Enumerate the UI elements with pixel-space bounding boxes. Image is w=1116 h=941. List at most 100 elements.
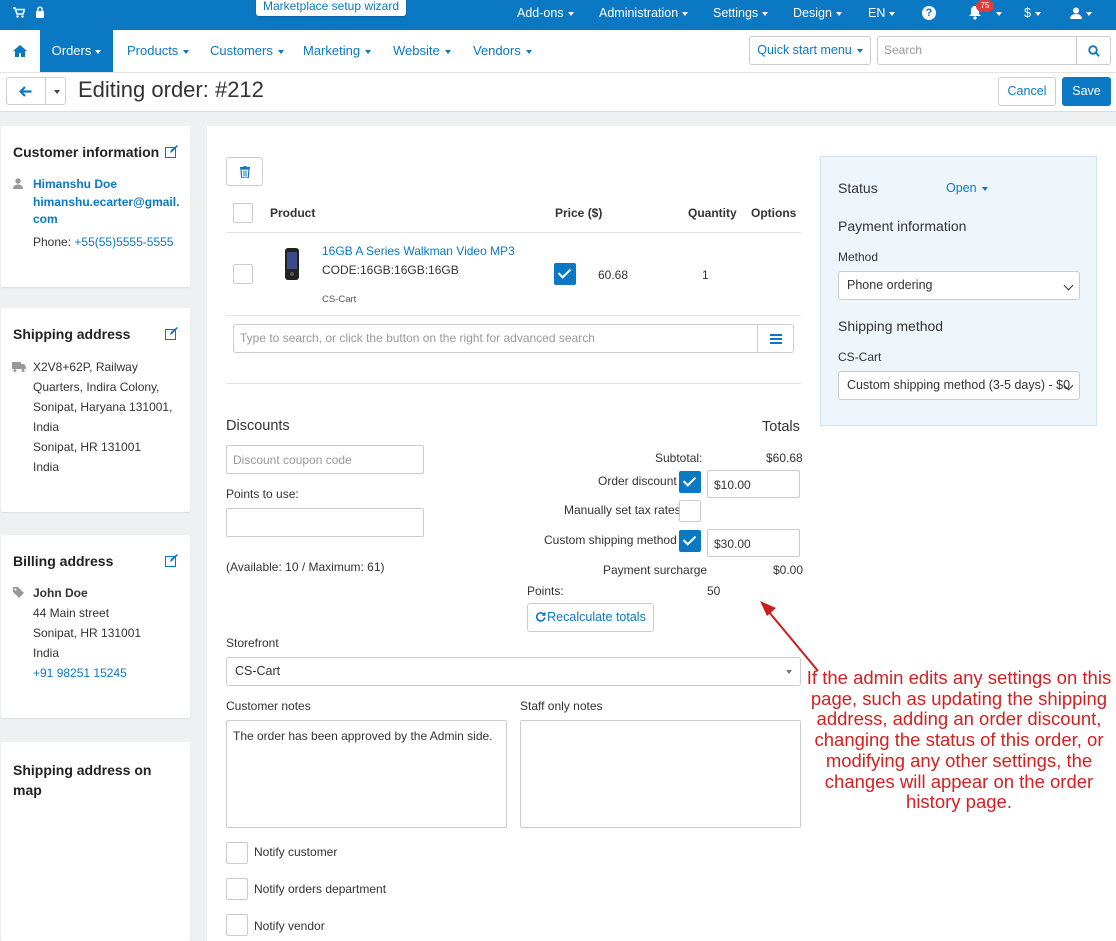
- menu-language[interactable]: EN: [868, 0, 896, 30]
- save-button[interactable]: Save: [1062, 77, 1111, 106]
- chevron-down-icon: [365, 49, 372, 54]
- nav-products-label: Products: [127, 43, 179, 58]
- list-icon: [770, 334, 782, 344]
- product-row-checkbox[interactable]: [233, 264, 253, 284]
- main-navigation: Orders Products Customers Marketing Webs…: [0, 30, 1116, 73]
- currency-menu[interactable]: $: [1024, 0, 1041, 30]
- totals-title: Totals: [762, 419, 800, 435]
- points-to-use-input[interactable]: [226, 508, 424, 537]
- custom-shipping-checkbox[interactable]: [679, 530, 701, 552]
- chevron-down-icon: [762, 11, 769, 16]
- cancel-button[interactable]: Cancel: [998, 77, 1056, 106]
- status-dropdown[interactable]: Open: [946, 181, 988, 195]
- discount-coupon-input[interactable]: Discount coupon code: [226, 445, 424, 474]
- address-line: Quarters, Indira Colony,: [33, 380, 160, 394]
- recalculate-label: Recalculate totals: [547, 610, 646, 624]
- price-override-checkbox[interactable]: [554, 263, 576, 285]
- payment-surcharge-value: $0.00: [773, 563, 804, 577]
- user-icon[interactable]: [1070, 7, 1082, 19]
- menu-design[interactable]: Design: [793, 0, 842, 30]
- recalculate-totals-button[interactable]: Recalculate totals: [527, 603, 654, 632]
- manual-tax-checkbox[interactable]: [679, 500, 701, 522]
- card-title-line: Shipping address on: [13, 762, 152, 778]
- edit-icon[interactable]: [165, 554, 178, 567]
- edit-icon[interactable]: [165, 145, 178, 158]
- help-icon[interactable]: ?: [922, 6, 936, 20]
- chevron-down-icon[interactable]: [54, 90, 60, 94]
- card-title: Shipping address on map: [13, 760, 151, 800]
- chevron-down-icon: [277, 49, 284, 54]
- notify-customer-checkbox[interactable]: [226, 842, 248, 864]
- payment-method-select[interactable]: Phone ordering: [838, 271, 1080, 300]
- payment-method-value: Phone ordering: [847, 278, 933, 292]
- home-button[interactable]: [0, 30, 40, 72]
- address-line: X2V8+62P, Railway: [33, 360, 138, 374]
- customer-name-link[interactable]: Himanshu Doe: [33, 174, 117, 194]
- nav-marketing[interactable]: Marketing: [303, 30, 372, 72]
- phone-link[interactable]: +55(55)5555-5555: [74, 235, 173, 249]
- product-thumbnail: [285, 248, 299, 280]
- order-discount-label: Order discount: [598, 474, 677, 488]
- nav-customers-label: Customers: [210, 43, 273, 58]
- product-code: CODE:16GB:16GB:16GB: [322, 263, 459, 277]
- address-line: Sonipat, HR 131001: [33, 440, 142, 454]
- advanced-search-button[interactable]: [757, 324, 794, 353]
- card-title: Billing address: [13, 553, 114, 569]
- billing-phone-link[interactable]: +91 98251 15245: [33, 663, 141, 683]
- shopping-cart-icon[interactable]: [13, 7, 25, 18]
- chevron-down-icon: [95, 49, 102, 54]
- order-status-panel: Status Open Payment information Method P…: [820, 156, 1097, 426]
- card-title: Customer information: [13, 144, 160, 160]
- nav-vendors[interactable]: Vendors: [473, 30, 532, 72]
- shipping-map-card: Shipping address on map: [1, 742, 190, 941]
- annotation-arrow: [760, 601, 819, 672]
- trash-icon: [240, 166, 250, 178]
- delete-selected-button[interactable]: [226, 157, 263, 186]
- points-to-use-label: Points to use:: [226, 487, 299, 501]
- menu-administration[interactable]: Administration: [599, 0, 689, 30]
- divider: [226, 315, 801, 316]
- billing-address-text: 44 Main street Sonipat, HR 131001 India …: [33, 603, 141, 683]
- nav-website-label: Website: [393, 43, 440, 58]
- menu-settings[interactable]: Settings: [713, 0, 769, 30]
- staff-notes-label: Staff only notes: [520, 699, 603, 713]
- notify-orders-department-checkbox[interactable]: [226, 878, 248, 900]
- edit-icon[interactable]: [165, 327, 178, 340]
- order-discount-input[interactable]: $10.00: [707, 470, 800, 498]
- points-available-text: (Available: 10 / Maximum: 61): [226, 560, 385, 574]
- nav-orders[interactable]: Orders: [40, 30, 113, 72]
- order-discount-checkbox[interactable]: [679, 471, 701, 493]
- nav-products[interactable]: Products: [127, 30, 190, 72]
- nav-website[interactable]: Website: [393, 30, 451, 72]
- address-line: Sonipat, HR 131001: [33, 626, 142, 640]
- product-search-input[interactable]: Type to search, or click the button on t…: [233, 324, 758, 353]
- chevron-down-icon: [981, 186, 988, 191]
- payment-info-title: Payment information: [838, 218, 967, 234]
- storefront-select[interactable]: CS-Cart: [226, 657, 801, 686]
- divider: [45, 78, 46, 104]
- customer-notes-textarea[interactable]: The order has been approved by the Admin…: [226, 720, 507, 828]
- address-line: Sonipat, Haryana 131001,: [33, 400, 173, 414]
- chevron-down-icon: [525, 49, 532, 54]
- marketplace-setup-wizard-button[interactable]: Marketplace setup wizard: [256, 0, 406, 16]
- menu-addons[interactable]: Add-ons: [517, 0, 574, 30]
- product-name-link[interactable]: 16GB A Series Walkman Video MP3: [322, 244, 515, 258]
- lock-icon[interactable]: [35, 6, 45, 18]
- shipping-cost-input[interactable]: $30.00: [707, 529, 800, 557]
- search-button[interactable]: [1076, 36, 1111, 65]
- notify-vendor-checkbox[interactable]: [226, 914, 248, 936]
- card-title-line: map: [13, 782, 42, 798]
- home-icon: [13, 45, 27, 57]
- quick-start-menu-button[interactable]: Quick start menu: [749, 36, 871, 65]
- product-quantity[interactable]: 1: [702, 268, 709, 282]
- points-label: Points:: [527, 584, 564, 598]
- arrow-left-icon[interactable]: [19, 86, 32, 97]
- shipping-method-select[interactable]: Custom shipping method (3-5 days) - $0: [838, 371, 1080, 400]
- search-input[interactable]: Search: [877, 36, 1077, 65]
- nav-customers[interactable]: Customers: [210, 30, 284, 72]
- customer-email-link[interactable]: himanshu.ecarter@gmail. com: [33, 194, 179, 228]
- nav-marketing-label: Marketing: [303, 43, 361, 58]
- select-all-checkbox[interactable]: [233, 203, 253, 223]
- staff-notes-textarea[interactable]: [520, 720, 801, 828]
- menu-settings-label: Settings: [713, 6, 759, 20]
